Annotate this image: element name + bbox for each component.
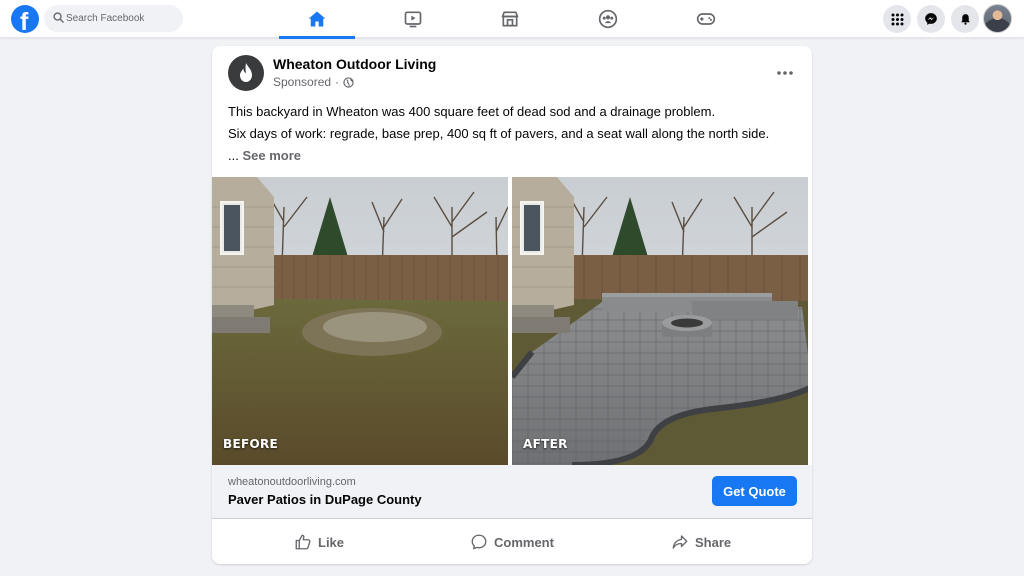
notifications-button[interactable]: [951, 5, 979, 33]
gaming-icon: [696, 13, 716, 25]
post-text-line-2: Six days of work: regrade, base prep, 40…: [228, 126, 770, 141]
see-more-label[interactable]: See more: [242, 148, 301, 163]
after-label: AFTER: [523, 437, 568, 451]
comment-label: Comment: [494, 534, 554, 550]
link-headline[interactable]: Paver Patios in DuPage County: [228, 492, 422, 507]
share-button[interactable]: Share: [671, 527, 731, 557]
like-label: Like: [318, 534, 345, 550]
before-label: BEFORE: [223, 437, 278, 451]
before-backyard-image: [212, 177, 508, 465]
sponsored-label-row: Sponsored ·: [273, 75, 354, 89]
messenger-icon: [925, 13, 937, 25]
page-name[interactable]: Wheaton Outdoor Living: [273, 56, 436, 72]
page-avatar[interactable]: [228, 55, 264, 91]
nav-tab-marketplace[interactable]: [472, 0, 548, 38]
top-navigation-bar: f: [0, 0, 1024, 39]
nav-tab-gaming[interactable]: [668, 0, 744, 38]
nav-tab-groups[interactable]: [570, 0, 646, 38]
comment-icon: [471, 534, 487, 550]
search-icon: [53, 12, 64, 23]
menu-grid-icon: [891, 13, 903, 25]
messenger-button[interactable]: [917, 5, 945, 33]
marketplace-icon: [501, 11, 519, 27]
share-icon: [672, 535, 688, 549]
more-options-button[interactable]: [772, 60, 798, 86]
post-text-line-1: This backyard in Wheaton was 400 square …: [228, 104, 716, 119]
link-domain: wheatonoutdoorliving.com: [228, 476, 356, 488]
sponsored-post-card: Wheaton Outdoor Living Sponsored · This …: [212, 46, 812, 564]
globe-icon: [343, 76, 354, 88]
facebook-logo[interactable]: f: [11, 5, 39, 33]
sponsored-label[interactable]: Sponsored: [273, 75, 331, 89]
share-label: Share: [695, 534, 732, 550]
post-actions-bar: Like Comment Share: [212, 518, 812, 564]
thumbs-up-icon: [295, 534, 311, 550]
search-box[interactable]: [44, 5, 183, 32]
home-icon: [308, 11, 326, 27]
nav-tab-home[interactable]: [279, 0, 355, 39]
groups-icon: [598, 9, 618, 29]
more-horizontal-icon: [777, 71, 793, 75]
nav-tab-video[interactable]: [375, 0, 451, 38]
ellipsis: ...: [228, 148, 239, 163]
menu-button[interactable]: [883, 5, 911, 33]
before-photo[interactable]: BEFORE: [212, 177, 508, 465]
comment-button[interactable]: Comment: [470, 527, 554, 557]
link-preview[interactable]: wheatonoutdoorliving.com Paver Patios in…: [212, 465, 812, 518]
separator-dot: ·: [335, 75, 340, 89]
after-photo[interactable]: AFTER: [512, 177, 808, 465]
flame-logo-icon: [240, 63, 252, 82]
profile-avatar[interactable]: [983, 4, 1012, 33]
see-more-link[interactable]: ... See more: [228, 148, 301, 163]
search-input[interactable]: [66, 5, 178, 32]
notifications-icon: [960, 14, 970, 25]
like-button[interactable]: Like: [294, 527, 344, 557]
video-icon: [404, 11, 422, 28]
get-quote-button[interactable]: Get Quote: [712, 476, 797, 506]
after-patio-image: [512, 177, 808, 465]
